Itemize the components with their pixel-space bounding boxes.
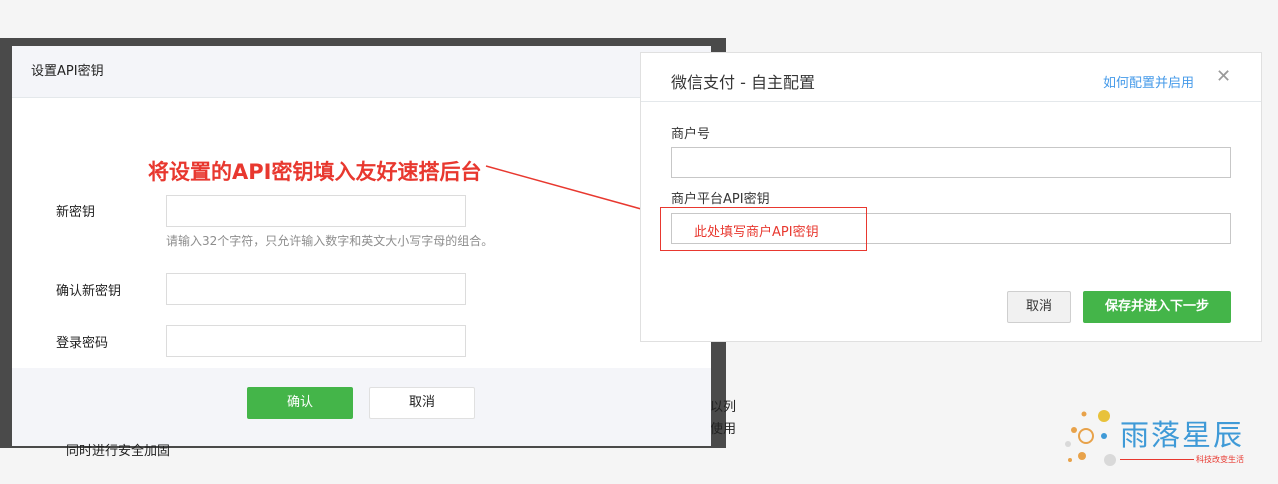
cancel-button[interactable]: 取消 bbox=[369, 387, 475, 419]
logo-slogan: 科技改变生活 bbox=[1196, 455, 1244, 464]
close-icon[interactable]: ✕ bbox=[1216, 66, 1231, 87]
annotation-title: 将设置的API密钥填入友好速搭后台 bbox=[148, 160, 482, 184]
confirm-key-input[interactable] bbox=[166, 273, 466, 305]
cancel-button[interactable]: 取消 bbox=[1007, 291, 1071, 323]
logo-dots-icon bbox=[1065, 410, 1116, 466]
background-text: 使用 bbox=[710, 422, 737, 437]
help-link[interactable]: 如何配置并启用 bbox=[1103, 72, 1194, 91]
dialog-title: 设置API密钥 bbox=[12, 46, 711, 98]
confirm-key-label: 确认新密钥 bbox=[56, 284, 122, 299]
logo: 雨落星辰 科技改变生活 bbox=[1060, 406, 1270, 472]
annotation-highlight-box bbox=[660, 207, 867, 251]
confirm-button[interactable]: 确认 bbox=[247, 387, 353, 419]
set-api-key-dialog: 设置API密钥 将设置的API密钥填入友好速搭后台 新密钥 请输入32个字符，只… bbox=[12, 46, 711, 446]
dialog-title: 微信支付 - 自主配置 bbox=[671, 73, 815, 92]
background-text: 同时进行安全加固 bbox=[66, 444, 171, 459]
api-key-label: 商户平台API密钥 bbox=[671, 192, 770, 207]
new-key-label: 新密钥 bbox=[56, 205, 96, 220]
new-key-hint: 请输入32个字符，只允许输入数字和英文大小写字母的组合。 bbox=[166, 234, 494, 248]
merchant-id-label: 商户号 bbox=[671, 127, 711, 142]
save-next-button[interactable]: 保存并进入下一步 bbox=[1083, 291, 1231, 323]
merchant-id-input[interactable] bbox=[671, 147, 1231, 178]
background-text: 以列 bbox=[710, 400, 737, 415]
login-password-input[interactable] bbox=[166, 325, 466, 357]
annotation-arrow bbox=[485, 165, 660, 216]
dialog-footer: 确认 取消 bbox=[12, 368, 711, 446]
logo-divider bbox=[1120, 459, 1194, 460]
new-key-input[interactable] bbox=[166, 195, 466, 227]
logo-name: 雨落星辰 bbox=[1120, 418, 1245, 452]
login-password-label: 登录密码 bbox=[56, 336, 109, 351]
wechat-pay-config-dialog: 微信支付 - 自主配置 如何配置并启用 ✕ 商户号 商户平台API密钥 此处填写… bbox=[640, 52, 1262, 342]
